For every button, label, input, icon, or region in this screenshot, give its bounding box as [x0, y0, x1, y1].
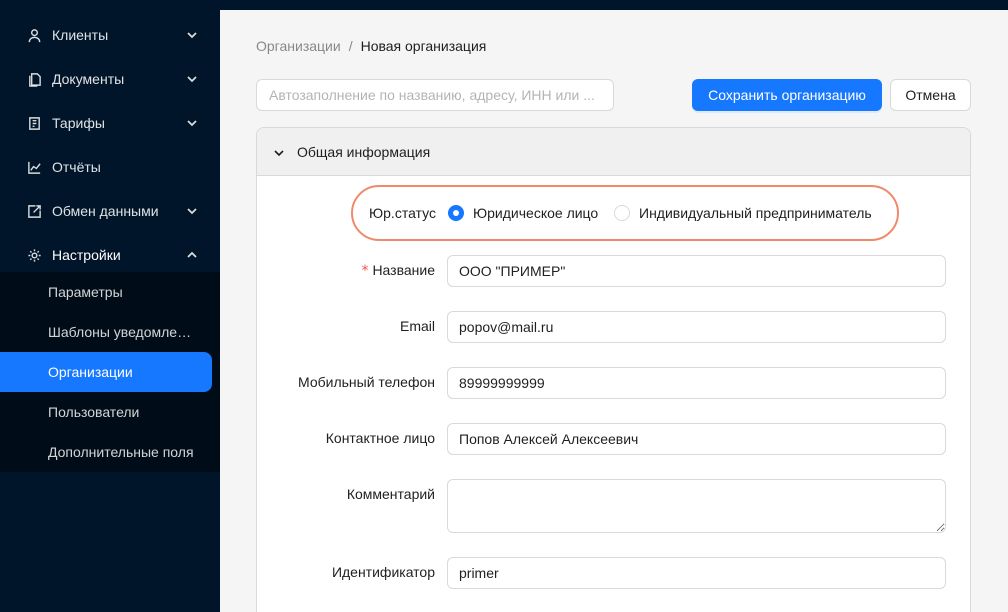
identifier-label: Идентификатор: [331, 564, 435, 580]
main-content: Организации / Новая организация Сохранить …: [220, 10, 1008, 612]
breadcrumb-separator: /: [348, 38, 353, 54]
sidebar-item-label: Отчёты: [52, 159, 101, 175]
breadcrumb: Организации / Новая организация: [256, 38, 486, 54]
name-input[interactable]: [447, 255, 946, 287]
submenu-item-parameters[interactable]: Параметры: [0, 272, 220, 312]
autofill-search-input[interactable]: [256, 79, 614, 111]
sidebar-item-label: Настройки: [52, 247, 121, 263]
name-label-text: Название: [372, 262, 435, 278]
general-info-panel: Общая информация Юр.статус Юридическое л…: [256, 127, 971, 612]
form-row-phone: Мобильный телефон: [257, 367, 970, 399]
legal-status-group: Юр.статус Юридическое лицо Индивидуальны…: [351, 185, 899, 241]
form-row-comment: Комментарий: [257, 479, 970, 533]
sidebar-item-label: Обмен данными: [52, 203, 159, 219]
sidebar-item-documents[interactable]: Документы: [0, 59, 220, 99]
email-input[interactable]: [447, 311, 946, 343]
submenu-item-users[interactable]: Пользователи: [0, 392, 220, 432]
chevron-down-icon: [273, 146, 285, 158]
form-row-name: * Название: [257, 255, 970, 287]
sidebar-item-label: Клиенты: [52, 27, 109, 43]
top-bar: [220, 0, 1008, 10]
radio-checked-icon: [448, 205, 464, 221]
submenu-item-label: Пользователи: [48, 404, 140, 420]
gear-icon: [26, 247, 42, 263]
radio-legal-entity[interactable]: Юридическое лицо: [448, 205, 598, 221]
radio-label: Юридическое лицо: [473, 205, 599, 221]
exchange-icon: [26, 203, 42, 219]
submenu-item-label: Параметры: [48, 284, 123, 300]
sidebar-item-tariffs[interactable]: Тарифы: [0, 103, 220, 143]
submenu-item-label: Шаблоны уведомлений: [48, 324, 198, 340]
document-icon: [26, 71, 42, 87]
save-organization-button[interactable]: Сохранить организацию: [692, 79, 882, 111]
sidebar-item-settings[interactable]: Настройки: [0, 235, 220, 275]
user-icon: [26, 27, 42, 43]
chevron-down-icon: [186, 116, 198, 128]
submenu-item-additional-fields[interactable]: Дополнительные поля: [0, 432, 220, 472]
form-row-contact: Контактное лицо: [257, 423, 970, 455]
radio-individual-entrepreneur[interactable]: Индивидуальный предприниматель: [614, 205, 872, 221]
chevron-up-icon: [186, 248, 198, 260]
name-label: * Название: [361, 262, 435, 279]
sidebar-item-clients[interactable]: Клиенты: [0, 15, 220, 55]
required-mark: *: [361, 263, 369, 279]
breadcrumb-current: Новая организация: [360, 38, 487, 54]
form-row-identifier: Идентификатор: [257, 557, 970, 589]
breadcrumb-link-organizations[interactable]: Организации: [256, 38, 341, 54]
sidebar-item-data-exchange[interactable]: Обмен данными: [0, 191, 220, 231]
email-label: Email: [399, 318, 435, 334]
cancel-button[interactable]: Отмена: [890, 79, 971, 111]
settings-submenu: Параметры Шаблоны уведомлений Организаци…: [0, 272, 220, 472]
radio-label: Индивидуальный предприниматель: [639, 205, 872, 221]
form-row-email: Email: [257, 311, 970, 343]
contact-label: Контактное лицо: [325, 430, 435, 446]
submenu-item-organizations[interactable]: Организации: [0, 352, 212, 392]
tariff-icon: [26, 115, 42, 131]
comment-label: Комментарий: [346, 486, 435, 502]
sidebar-item-label: Тарифы: [52, 115, 105, 131]
identifier-input[interactable]: [447, 557, 946, 589]
submenu-item-label: Организации: [48, 364, 133, 380]
legal-status-label: Юр.статус: [369, 205, 436, 221]
phone-label: Мобильный телефон: [298, 374, 435, 390]
chevron-down-icon: [186, 28, 198, 40]
chevron-down-icon: [186, 204, 198, 216]
sidebar-item-label: Документы: [52, 71, 125, 87]
sidebar: Клиенты Документы Тарифы Отчёты Обмен да…: [0, 0, 220, 612]
chart-icon: [26, 159, 42, 175]
panel-title: Общая информация: [297, 143, 431, 160]
panel-header[interactable]: Общая информация: [257, 128, 970, 176]
radio-unchecked-icon: [614, 205, 630, 221]
submenu-item-notification-templates[interactable]: Шаблоны уведомлений: [0, 312, 220, 352]
contact-input[interactable]: [447, 423, 946, 455]
submenu-item-label: Дополнительные поля: [48, 444, 194, 460]
comment-textarea[interactable]: [447, 479, 946, 533]
chevron-down-icon: [186, 72, 198, 84]
phone-input[interactable]: [447, 367, 946, 399]
sidebar-item-reports[interactable]: Отчёты: [0, 147, 220, 187]
